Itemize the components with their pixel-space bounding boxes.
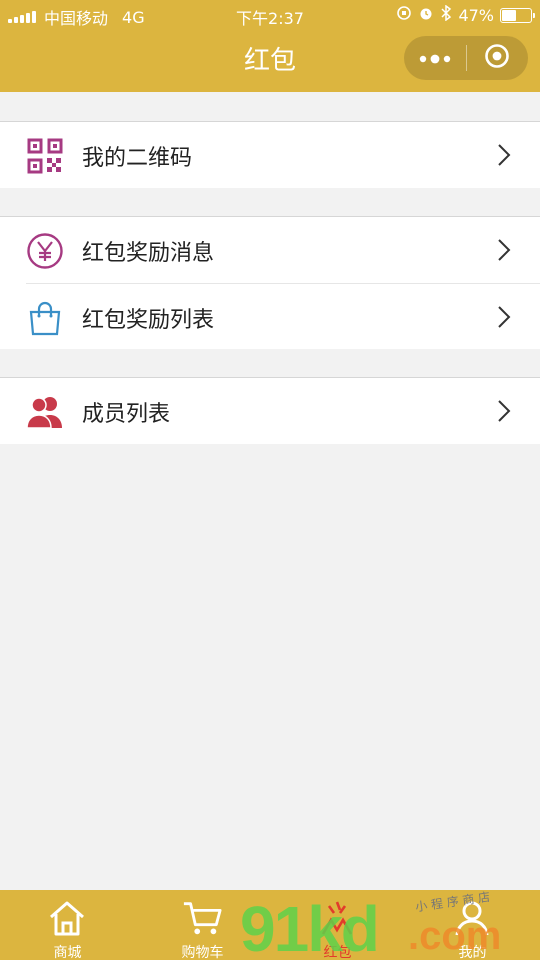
chevron-right-icon <box>496 142 512 168</box>
cart-icon <box>182 898 222 938</box>
battery-level <box>502 9 517 21</box>
qrcode-icon <box>26 137 64 175</box>
watermark-logo: 91kd <box>240 893 380 960</box>
shopping-bag-icon <box>26 299 64 337</box>
battery-icon <box>500 7 535 23</box>
more-button[interactable] <box>404 36 466 80</box>
members-icon <box>26 393 64 431</box>
chevron-right-icon <box>496 304 512 330</box>
watermark-domain: .com <box>408 914 502 958</box>
tab-mall[interactable]: 商城 <box>0 890 135 960</box>
list-item-reward-messages[interactable]: 红包奖励消息 <box>0 217 540 283</box>
list-item-member-list[interactable]: 成员列表 <box>0 378 540 444</box>
more-icon <box>418 49 452 68</box>
list-item-label: 成员列表 <box>82 402 171 427</box>
orientation-lock-icon <box>396 5 412 25</box>
section-qrcode: 我的二维码 <box>0 121 540 188</box>
status-bar: 中国移动 4G 下午2:37 47% <box>0 0 540 30</box>
chevron-right-icon <box>496 237 512 263</box>
close-mini-program-button[interactable] <box>466 36 528 80</box>
alarm-icon <box>418 5 434 25</box>
mini-program-capsule <box>404 36 528 80</box>
battery-percent: 47% <box>458 5 494 25</box>
top-header: 中国移动 4G 下午2:37 47% 红包 <box>0 0 540 92</box>
bluetooth-icon <box>440 4 452 25</box>
section-reward: 红包奖励消息 红包奖励列表 <box>0 216 540 349</box>
tab-label: 商城 <box>53 945 82 960</box>
list-item-reward-list[interactable]: 红包奖励列表 <box>26 283 540 349</box>
list-item-label: 红包奖励列表 <box>82 308 215 333</box>
yen-icon <box>26 232 64 270</box>
list-item-my-qrcode[interactable]: 我的二维码 <box>0 122 540 188</box>
list-item-label: 我的二维码 <box>82 146 193 171</box>
chevron-right-icon <box>496 398 512 424</box>
close-mini-program-icon <box>484 43 510 73</box>
home-icon <box>47 898 87 938</box>
list-item-label: 红包奖励消息 <box>82 241 215 266</box>
section-members: 成员列表 <box>0 377 540 444</box>
